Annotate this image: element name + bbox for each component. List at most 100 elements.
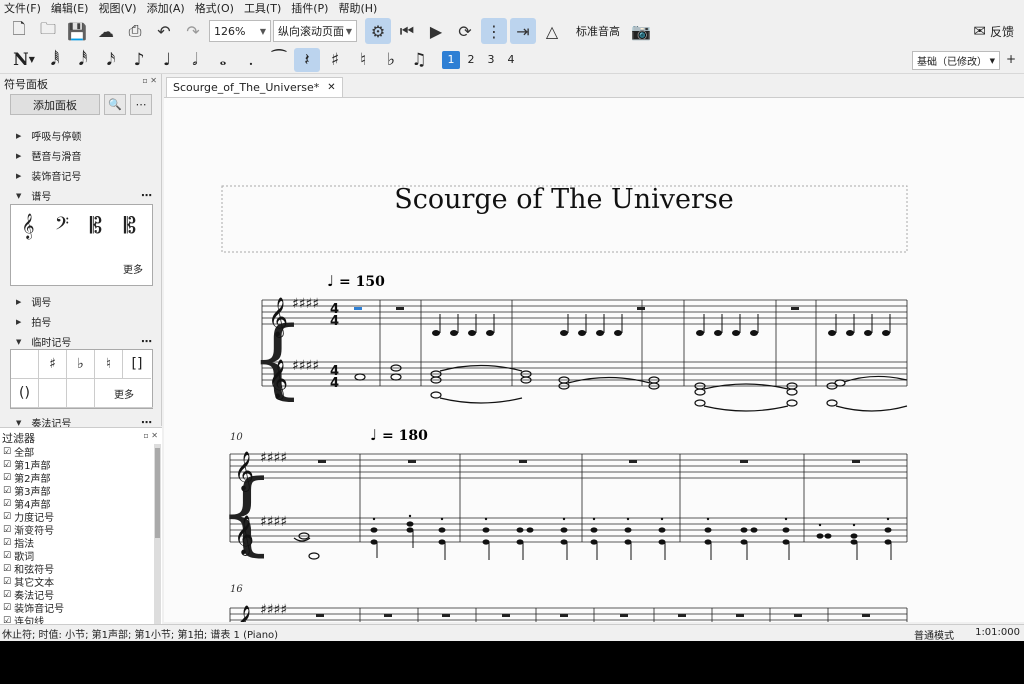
menu-edit[interactable]: 编辑(E) (51, 0, 89, 16)
open-icon[interactable]: 🗀 (35, 18, 61, 44)
palette-section-breaths[interactable]: ▶ 呼吸与停顿 (16, 128, 156, 144)
loop-out-icon[interactable]: ⇥ (510, 18, 536, 44)
concert-pitch-toggle[interactable]: 标准音高 (576, 23, 620, 39)
voice-1-button[interactable]: 1 (442, 50, 460, 69)
whole-rests-3[interactable] (316, 614, 870, 617)
filter-scrollbar-thumb[interactable] (155, 448, 160, 538)
tenor-clef-icon[interactable]: 𝄡 (115, 211, 145, 241)
bass-whole-notes-2[interactable] (293, 532, 320, 560)
score-tab[interactable]: Scourge_of_The_Universe* ✕ (166, 77, 343, 97)
metronome-icon[interactable]: △ (539, 18, 565, 44)
tie-icon[interactable]: ⁀ (266, 48, 292, 72)
more-icon[interactable]: ⋯ (141, 189, 152, 202)
64th-note-icon[interactable]: 𝅘𝅥𝅱 (42, 48, 68, 72)
flat-icon[interactable]: ♭ (378, 48, 404, 72)
alto-clef-icon[interactable]: 𝄡 (81, 211, 111, 241)
more-icon[interactable]: ⋯ (141, 335, 152, 348)
tempo-marking-2[interactable]: = 180 (382, 428, 428, 444)
undo-icon[interactable]: ↶ (151, 18, 177, 44)
half-note-icon[interactable]: 𝅗𝅥 (182, 48, 208, 72)
loop-in-icon[interactable]: ⋮ (481, 18, 507, 44)
palette-section-key-signatures[interactable]: ▶ 调号 (16, 294, 156, 310)
treble-clef-icon[interactable]: 𝄞 (13, 211, 43, 241)
rewind-icon[interactable]: ⏮ (394, 18, 420, 44)
palette-section-arpeggios[interactable]: ▶ 琶音与滑音 (16, 148, 156, 164)
quarter-note-icon[interactable]: ♩ (154, 48, 180, 72)
tempo-marking-1[interactable]: = 150 (339, 274, 385, 290)
menu-format[interactable]: 格式(O) (195, 0, 234, 16)
whole-rests-2[interactable] (318, 460, 860, 463)
whole-note-icon[interactable]: 𝅝 (210, 48, 236, 72)
menu-file[interactable]: 文件(F) (4, 0, 41, 16)
whole-rest[interactable] (396, 307, 404, 310)
add-palette-button[interactable]: 添加面板 (10, 94, 100, 115)
palette-section-ornaments[interactable]: ▶ 装饰音记号 (16, 168, 156, 184)
menu-help[interactable]: 帮助(H) (338, 0, 377, 16)
save-icon[interactable]: 💾 (64, 18, 90, 44)
midi-input-icon[interactable]: ⚙ (365, 18, 391, 44)
save-online-icon[interactable]: ☁ (93, 18, 119, 44)
more-accidentals-link[interactable]: 更多 (95, 379, 153, 408)
32nd-note-icon[interactable]: 𝅘𝅥𝅰 (70, 48, 96, 72)
print-icon[interactable]: ⎙ (122, 18, 148, 44)
natural-icon[interactable]: ♮ (350, 48, 376, 72)
checkbox-icon[interactable]: ☑ (3, 473, 11, 483)
parentheses-icon[interactable]: () (11, 379, 39, 408)
new-score-icon[interactable]: 🗋 (6, 18, 32, 44)
treble-notes-m3[interactable] (432, 330, 890, 336)
add-workspace-icon[interactable]: + (1006, 52, 1016, 66)
menu-add[interactable]: 添加(A) (147, 0, 185, 16)
rest-icon[interactable]: 𝄽 (294, 47, 320, 72)
selected-rest[interactable] (354, 307, 362, 310)
workspace-select[interactable]: 基础（已修改） ▼ (912, 51, 1000, 70)
flip-direction-icon[interactable]: ♫ (406, 48, 432, 72)
panel-float-close-icon[interactable]: ▫ ✕ (143, 431, 158, 440)
close-icon[interactable]: ✕ (327, 82, 335, 93)
bass-clef-icon[interactable]: 𝄢 (47, 211, 77, 241)
eighth-note-icon[interactable]: ♪ (126, 48, 152, 72)
bass-whole-notes-1[interactable] (354, 364, 908, 412)
whole-rest[interactable] (637, 307, 645, 310)
palette-section-time-signatures[interactable]: ▶ 拍号 (16, 314, 156, 330)
whole-rest[interactable] (791, 307, 799, 310)
redo-icon[interactable]: ↷ (180, 18, 206, 44)
more-icon[interactable]: ⋯ (130, 94, 152, 115)
camera-icon[interactable]: 📷 (628, 18, 654, 44)
more-clefs-link[interactable]: 更多 (123, 261, 143, 276)
checkbox-icon[interactable]: ☑ (3, 538, 11, 548)
palette-section-accidentals[interactable]: ▼ 临时记号 ⋯ (16, 334, 156, 349)
loop-icon[interactable]: ⟳ (452, 18, 478, 44)
voice-2-button[interactable]: 2 (462, 51, 480, 69)
checkbox-icon[interactable]: ☑ (3, 525, 11, 535)
score-canvas[interactable]: Scourge of The Universe ♩ = 150 {𝄞 𝄞 ♯♯… (164, 98, 1024, 622)
checkbox-icon[interactable]: ☑ (3, 590, 11, 600)
16th-note-icon[interactable]: 𝅘𝅥𝅯 (98, 48, 124, 72)
bracket-icon[interactable]: [] (123, 350, 151, 379)
search-icon[interactable]: 🔍 (104, 94, 126, 115)
checkbox-icon[interactable]: ☑ (3, 564, 11, 574)
view-mode-select[interactable]: 纵向滚动页面 ▼ (273, 20, 357, 42)
note-input-mode-icon[interactable]: N ▼ (8, 48, 40, 72)
panel-float-close-icon[interactable]: ▫ ✕ (142, 76, 157, 88)
play-icon[interactable]: ▶ (423, 18, 449, 44)
checkbox-icon[interactable]: ☑ (3, 460, 11, 470)
menu-tools[interactable]: 工具(T) (244, 0, 281, 16)
checkbox-icon[interactable]: ☑ (3, 447, 11, 457)
checkbox-icon[interactable]: ☑ (3, 551, 11, 561)
checkbox-icon[interactable]: ☑ (3, 512, 11, 522)
menu-view[interactable]: 视图(V) (98, 0, 136, 16)
checkbox-icon[interactable]: ☑ (3, 577, 11, 587)
voice-3-button[interactable]: 3 (482, 51, 500, 69)
checkbox-icon[interactable]: ☑ (3, 499, 11, 509)
accidental-none[interactable] (11, 350, 39, 379)
checkbox-icon[interactable]: ☑ (3, 486, 11, 496)
palette-section-clefs[interactable]: ▼ 谱号 ⋯ (16, 188, 156, 203)
feedback-button[interactable]: ✉ 反馈 (973, 22, 1014, 40)
augmentation-dot-icon[interactable]: . (238, 48, 264, 72)
sharp-icon[interactable]: ♯ (322, 48, 348, 72)
natural-icon[interactable]: ♮ (95, 350, 123, 379)
checkbox-icon[interactable]: ☑ (3, 603, 11, 613)
voice-4-button[interactable]: 4 (502, 51, 520, 69)
zoom-select[interactable]: 126% ▼ (209, 20, 271, 42)
flat-icon[interactable]: ♭ (67, 350, 95, 379)
